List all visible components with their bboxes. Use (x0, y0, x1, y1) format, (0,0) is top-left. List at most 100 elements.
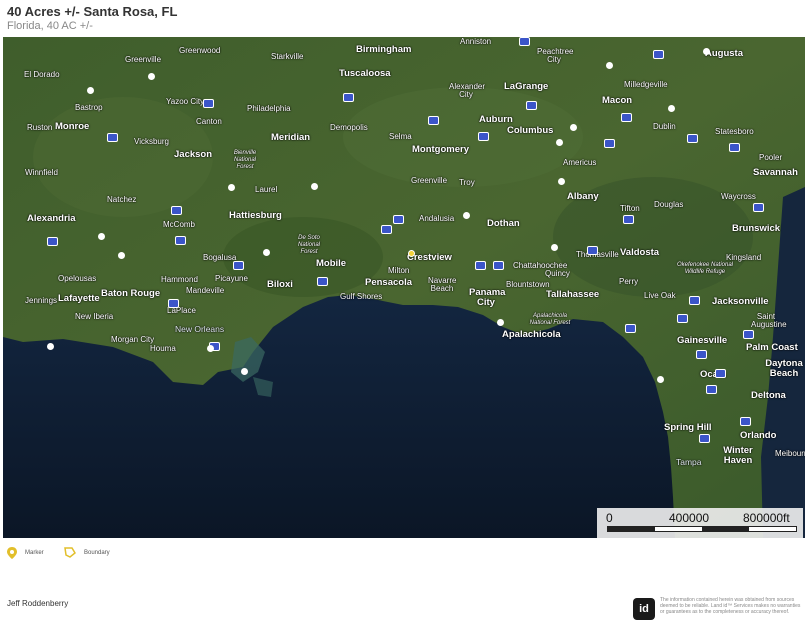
city-label: Deltona (751, 390, 786, 401)
route-marker-icon (606, 62, 613, 69)
city-label: Hattiesburg (229, 210, 282, 221)
town-label: Philadelphia (247, 104, 291, 113)
city-label: Gainesville (677, 335, 728, 346)
town-label: Perry (619, 277, 639, 286)
interstate-shield-icon (47, 237, 58, 246)
city-label: Spring Hill (664, 422, 712, 433)
city-label: Jacksonville (712, 296, 769, 307)
town-label: McComb (163, 220, 196, 229)
agent-name: Jeff Roddenberry (7, 599, 69, 608)
town-label: Opelousas (58, 274, 97, 283)
city-label: Savannah (753, 167, 798, 178)
interstate-shield-icon (687, 134, 698, 143)
city-label: Birmingham (356, 44, 412, 55)
interstate-shield-icon (107, 133, 118, 142)
route-marker-icon (657, 376, 664, 383)
route-marker-icon (570, 124, 577, 131)
route-marker-icon (463, 212, 470, 219)
town-label: Milton (388, 266, 410, 275)
town-label: Mandeville (186, 286, 225, 295)
town-label: Anniston (460, 37, 492, 46)
legend-marker: Marker (7, 547, 44, 559)
wildlife-refuge-label: Okefenokee National Wildlife Refuge (676, 262, 734, 275)
interstate-shield-icon (689, 296, 700, 305)
scale-label-mid: 400000 (669, 511, 710, 525)
interstate-shield-icon (203, 99, 214, 108)
route-marker-icon (207, 345, 214, 352)
town-label: Gulf Shores (340, 292, 383, 301)
town-label: Kingsland (726, 253, 762, 262)
scale-label-max: 800000ft (743, 511, 790, 525)
disclaimer-text: The information contained herein was obt… (660, 597, 801, 615)
forest-label: Apalachicola National Forest (529, 313, 571, 326)
page-subtitle: Florida, 40 AC +/- (7, 20, 93, 32)
satellite-map[interactable]: Birmingham Augusta Tuscaloosa LaGrange M… (3, 37, 805, 538)
town-label: Pooler (759, 153, 783, 162)
map-pin-icon (7, 547, 17, 559)
town-label: Alexander City (449, 82, 486, 99)
interstate-shield-icon (625, 324, 636, 333)
town-label: Live Oak (644, 291, 676, 300)
route-marker-icon (703, 48, 710, 55)
city-label: Columbus (507, 125, 554, 136)
route-marker-icon (668, 105, 675, 112)
town-label: Douglas (654, 200, 684, 209)
town-label: Greenville (125, 55, 162, 64)
scale-label-0: 0 (606, 511, 613, 525)
town-label: Milledgeville (624, 80, 668, 89)
city-label: Biloxi (267, 279, 293, 290)
town-label: Bogalusa (203, 253, 237, 262)
city-label: Albany (567, 191, 599, 202)
city-label: Palm Coast (746, 342, 798, 353)
town-label: New Iberia (75, 312, 114, 321)
town-label: Troy (459, 178, 475, 187)
interstate-shield-icon (677, 314, 688, 323)
city-label: Monroe (55, 121, 90, 132)
legend-marker-label: Marker (25, 550, 44, 556)
route-marker-icon (87, 87, 94, 94)
town-label: Bastrop (75, 103, 103, 112)
legend-boundary-label: Boundary (84, 549, 110, 556)
city-label: Alexandria (27, 213, 76, 224)
interstate-shield-icon (621, 113, 632, 122)
route-marker-icon (228, 184, 235, 191)
interstate-shield-icon (317, 277, 328, 286)
land-id-logo: id (633, 598, 655, 620)
town-label: Vicksburg (134, 137, 169, 146)
interstate-shield-icon (475, 261, 486, 270)
boundary-icon (64, 547, 76, 558)
scale-bar-graphic (607, 526, 797, 532)
interstate-shield-icon (478, 132, 489, 141)
city-label: Auburn (479, 114, 513, 125)
city-label: Panama City (469, 287, 506, 308)
interstate-shield-icon (175, 236, 186, 245)
interstate-shield-icon (715, 369, 726, 378)
route-marker-icon (98, 233, 105, 240)
town-label: El Dorado (24, 70, 60, 79)
route-marker-icon (148, 73, 155, 80)
city-label: Lafayette (58, 293, 100, 304)
town-label: Saint Augustine (751, 312, 787, 329)
interstate-shield-icon (171, 206, 182, 215)
town-label: Selma (389, 132, 412, 141)
town-label: Starkville (271, 52, 304, 61)
interstate-shield-icon (587, 246, 598, 255)
city-label: Tallahassee (546, 289, 600, 300)
route-marker-icon (118, 252, 125, 259)
town-label: Meibourne (775, 449, 805, 458)
interstate-shield-icon (753, 203, 764, 212)
town-label: Demopolis (330, 123, 368, 132)
city-label: Tampa (676, 457, 702, 467)
town-label: Quincy (545, 269, 570, 278)
town-label: Laurel (255, 185, 278, 194)
interstate-shield-icon (526, 101, 537, 110)
town-label: Peachtree City (537, 47, 574, 64)
property-marker-icon[interactable] (408, 250, 415, 257)
city-label: Jackson (174, 149, 213, 160)
interstate-shield-icon (729, 143, 740, 152)
town-label: Tifton (620, 204, 640, 213)
interstate-shield-icon (233, 261, 244, 270)
interstate-shield-icon (653, 50, 664, 59)
town-label: Dublin (653, 122, 676, 131)
interstate-shield-icon (393, 215, 404, 224)
